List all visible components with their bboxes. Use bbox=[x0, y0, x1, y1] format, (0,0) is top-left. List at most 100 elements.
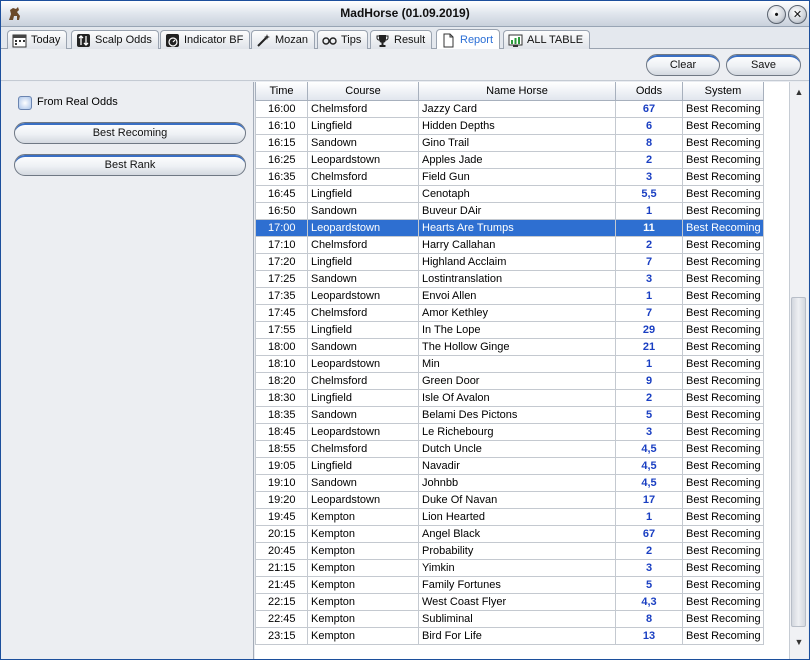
table-row[interactable]: 19:45 Kempton Lion Hearted 1 Best Recoming bbox=[255, 507, 764, 526]
cell-course: Lingfield bbox=[307, 456, 419, 475]
minimize-button[interactable]: • bbox=[767, 5, 786, 24]
cell-course: Chelmsford bbox=[307, 303, 419, 322]
cell-system: Best Recoming bbox=[682, 388, 764, 407]
cell-odds: 7 bbox=[615, 252, 683, 271]
table-row[interactable]: 22:15 Kempton West Coast Flyer 4,3 Best Reco… bbox=[255, 592, 764, 611]
best-recoming-button[interactable]: Best Recoming bbox=[14, 122, 246, 144]
cell-time: 17:35 bbox=[255, 286, 308, 305]
cell-system: Best Recoming bbox=[682, 405, 764, 424]
table-row[interactable]: 21:15 Kempton Yimkin 3 Best Recoming bbox=[255, 558, 764, 577]
best-rank-button[interactable]: Best Rank bbox=[14, 154, 246, 176]
cell-name-horse: Hidden Depths bbox=[418, 116, 616, 135]
cell-name-horse: Angel Black bbox=[418, 524, 616, 543]
column-header-odds[interactable]: Odds bbox=[615, 82, 683, 101]
cell-odds: 8 bbox=[615, 133, 683, 152]
cell-time: 18:00 bbox=[255, 337, 308, 356]
cell-time: 18:10 bbox=[255, 354, 308, 373]
cell-course: Lingfield bbox=[307, 252, 419, 271]
table-row[interactable]: 16:45 Lingfield Cenotaph 5,5 Best Recoming bbox=[255, 184, 764, 203]
table-row[interactable]: 16:10 Lingfield Hidden Depths 6 Best Recomin… bbox=[255, 116, 764, 135]
table-row[interactable]: 17:20 Lingfield Highland Acclaim 7 Best Reco… bbox=[255, 252, 764, 271]
table-row[interactable]: 19:10 Sandown Johnbb 4,5 Best Recoming bbox=[255, 473, 764, 492]
scroll-thumb[interactable] bbox=[791, 297, 806, 627]
cell-course: Chelmsford bbox=[307, 167, 419, 186]
cell-odds: 2 bbox=[615, 388, 683, 407]
tab-scalp-odds[interactable]: Scalp Odds bbox=[71, 30, 159, 49]
cell-name-horse: Apples Jade bbox=[418, 150, 616, 169]
table-row[interactable]: 16:00 Chelmsford Jazzy Card 67 Best Recoming bbox=[255, 99, 764, 118]
table-row[interactable]: 19:20 Leopardstown Duke Of Navan 17 Best Rec… bbox=[255, 490, 764, 509]
scroll-up-button[interactable]: ▲ bbox=[790, 84, 808, 100]
table-row[interactable]: 20:15 Kempton Angel Black 67 Best Recoming bbox=[255, 524, 764, 543]
cell-system: Best Recoming bbox=[682, 286, 764, 305]
tab-report[interactable]: Report bbox=[436, 29, 501, 50]
cell-time: 17:45 bbox=[255, 303, 308, 322]
cell-course: Sandown bbox=[307, 405, 419, 424]
cell-course: Sandown bbox=[307, 269, 419, 288]
vertical-scrollbar[interactable]: ▲ ▼ bbox=[789, 82, 808, 659]
cell-course: Lingfield bbox=[307, 116, 419, 135]
close-button[interactable]: ✕ bbox=[788, 5, 807, 24]
table-row[interactable]: 17:10 Chelmsford Harry Callahan 2 Best Recom… bbox=[255, 235, 764, 254]
cell-system: Best Recoming bbox=[682, 507, 764, 526]
cell-odds: 67 bbox=[615, 524, 683, 543]
tab-mozan[interactable]: Mozan bbox=[251, 30, 316, 49]
table-row[interactable]: 18:45 Leopardstown Le Richebourg 3 Best Reco… bbox=[255, 422, 764, 441]
column-header-time[interactable]: Time bbox=[255, 82, 308, 101]
table-row[interactable]: 16:35 Chelmsford Field Gun 3 Best Recoming bbox=[255, 167, 764, 186]
cell-system: Best Recoming bbox=[682, 167, 764, 186]
clear-button[interactable]: Clear bbox=[646, 54, 720, 76]
column-header-name-horse[interactable]: Name Horse bbox=[418, 82, 616, 101]
tab-today[interactable]: Today bbox=[7, 30, 68, 49]
trophy-icon bbox=[376, 34, 389, 47]
table-row[interactable]: 23:15 Kempton Bird For Life 13 Best Recoming bbox=[255, 626, 764, 645]
tab-tips[interactable]: Tips bbox=[317, 30, 369, 49]
table-row[interactable]: 22:45 Kempton Subliminal 8 Best Recoming bbox=[255, 609, 764, 628]
tab-result[interactable]: Result bbox=[370, 30, 433, 49]
table-row[interactable]: 17:35 Leopardstown Envoi Allen 1 Best Recomi… bbox=[255, 286, 764, 305]
table-row[interactable]: 18:55 Chelmsford Dutch Uncle 4,5 Best Recomi… bbox=[255, 439, 764, 458]
table-row[interactable]: 18:30 Lingfield Isle Of Avalon 2 Best Recomi… bbox=[255, 388, 764, 407]
table-row[interactable]: 16:50 Sandown Buveur DAir 1 Best Recoming bbox=[255, 201, 764, 220]
cell-name-horse: Cenotaph bbox=[418, 184, 616, 203]
scroll-down-button[interactable]: ▼ bbox=[790, 634, 808, 650]
cell-system: Best Recoming bbox=[682, 456, 764, 475]
table-row[interactable]: 18:35 Sandown Belami Des Pictons 5 Best Reco… bbox=[255, 405, 764, 424]
table-row[interactable]: 19:05 Lingfield Navadir 4,5 Best Recoming bbox=[255, 456, 764, 475]
title-bar[interactable]: MadHorse (01.09.2019) • ✕ bbox=[1, 1, 809, 27]
table-row[interactable]: 17:45 Chelmsford Amor Kethley 7 Best Recomin… bbox=[255, 303, 764, 322]
table-row[interactable]: 18:20 Chelmsford Green Door 9 Best Recoming bbox=[255, 371, 764, 390]
cell-system: Best Recoming bbox=[682, 303, 764, 322]
cell-course: Sandown bbox=[307, 337, 419, 356]
window-title: MadHorse (01.09.2019) bbox=[340, 6, 470, 20]
cell-time: 16:00 bbox=[255, 99, 308, 118]
cell-system: Best Recoming bbox=[682, 269, 764, 288]
cell-name-horse: Navadir bbox=[418, 456, 616, 475]
cell-odds: 3 bbox=[615, 269, 683, 288]
table-row[interactable]: 17:00 Leopardstown Hearts Are Trumps 11 Best… bbox=[255, 218, 764, 237]
table-row[interactable]: 18:10 Leopardstown Min 1 Best Recoming bbox=[255, 354, 764, 373]
report-grid[interactable]: Time Course Name Horse Odds System 16:00… bbox=[255, 82, 789, 659]
cell-time: 22:45 bbox=[255, 609, 308, 628]
table-row[interactable]: 20:45 Kempton Probability 2 Best Recoming bbox=[255, 541, 764, 560]
table-row[interactable]: 17:25 Sandown Lostintranslation 3 Best Recom… bbox=[255, 269, 764, 288]
save-button[interactable]: Save bbox=[726, 54, 801, 76]
cell-course: Kempton bbox=[307, 575, 419, 594]
cell-time: 20:45 bbox=[255, 541, 308, 560]
table-row[interactable]: 16:25 Leopardstown Apples Jade 2 Best Recomi… bbox=[255, 150, 764, 169]
cell-system: Best Recoming bbox=[682, 337, 764, 356]
table-row[interactable]: 21:45 Kempton Family Fortunes 5 Best Recomin… bbox=[255, 575, 764, 594]
table-row[interactable]: 16:15 Sandown Gino Trail 8 Best Recoming bbox=[255, 133, 764, 152]
table-row[interactable]: 17:55 Lingfield In The Lope 29 Best Recoming bbox=[255, 320, 764, 339]
cell-odds: 4,5 bbox=[615, 473, 683, 492]
cell-time: 17:25 bbox=[255, 269, 308, 288]
cell-system: Best Recoming bbox=[682, 626, 764, 645]
cell-time: 16:15 bbox=[255, 133, 308, 152]
column-header-system[interactable]: System bbox=[682, 82, 764, 101]
cell-system: Best Recoming bbox=[682, 201, 764, 220]
tab-indicator-bf[interactable]: Indicator BF bbox=[160, 30, 251, 49]
tab-all-table[interactable]: ALL TABLE bbox=[503, 30, 591, 49]
table-row[interactable]: 18:00 Sandown The Hollow Ginge 21 Best Recom… bbox=[255, 337, 764, 356]
column-header-course[interactable]: Course bbox=[307, 82, 419, 101]
from-real-odds-checkbox[interactable] bbox=[18, 96, 32, 110]
